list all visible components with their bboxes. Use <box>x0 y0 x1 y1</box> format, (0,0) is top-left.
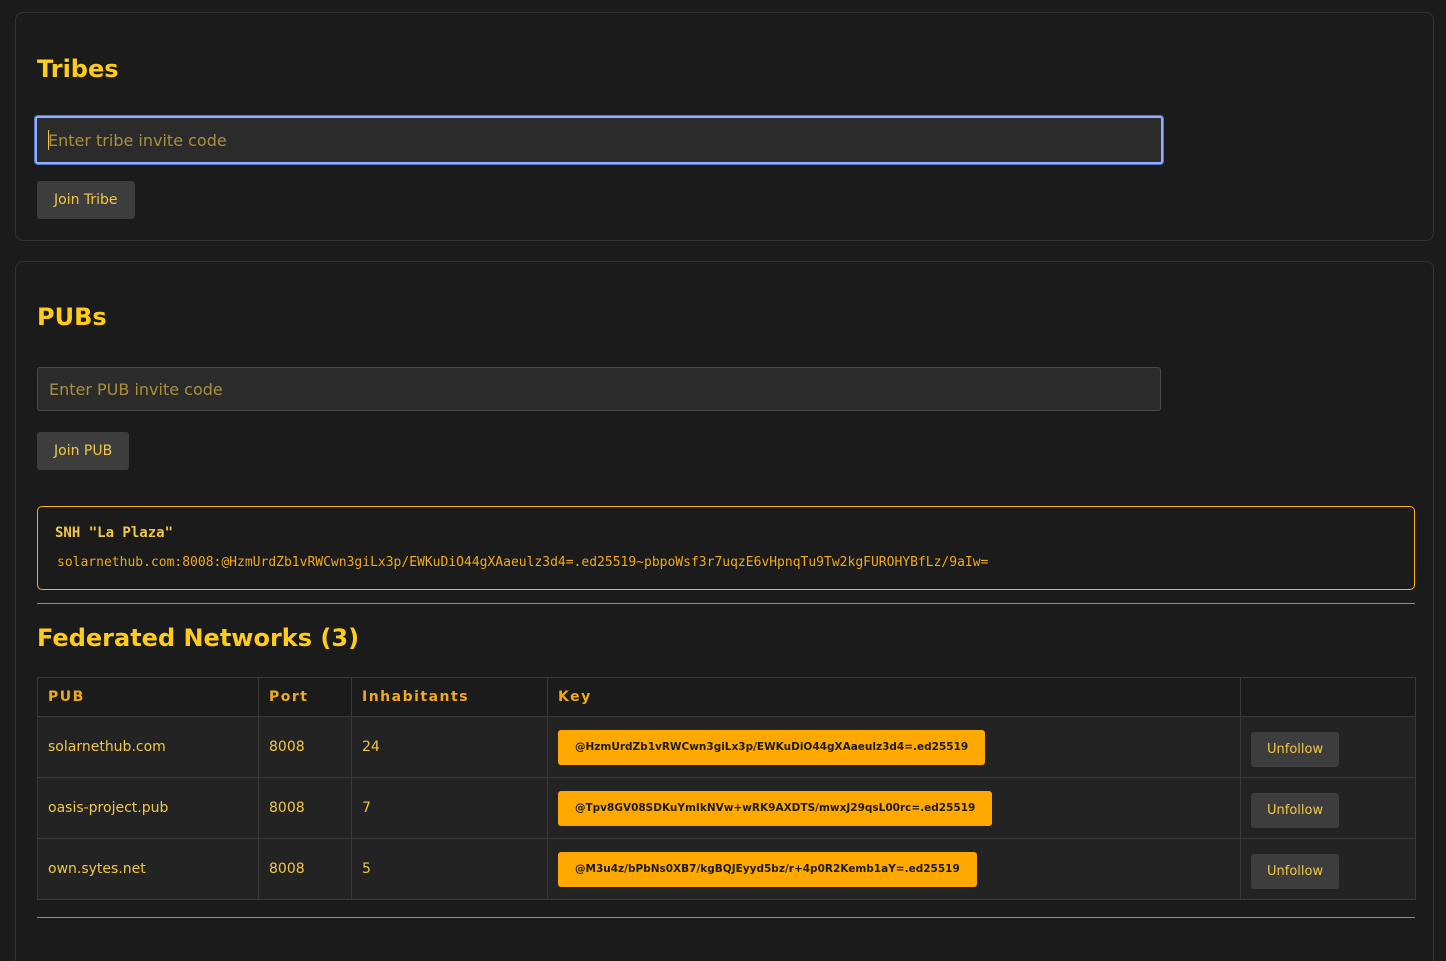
featured-pub-invite-code: solarnethub.com:8008:@HzmUrdZb1vRWCwn3gi… <box>57 555 989 570</box>
table-header-row: PUB Port Inhabitants Key <box>37 677 1416 717</box>
pub-host: oasis-project.pub <box>37 777 259 839</box>
unfollow-button[interactable]: Unfollow <box>1251 793 1340 828</box>
pubs-panel: PUBs Join PUB SNH "La Plaza" solarnethub… <box>15 261 1434 961</box>
section-divider <box>37 603 1415 604</box>
federated-networks-table: PUB Port Inhabitants Key solarnethub.com… <box>37 677 1416 900</box>
pub-port: 8008 <box>258 777 352 839</box>
pub-host: own.sytes.net <box>37 838 259 900</box>
column-header-pub: PUB <box>37 677 259 717</box>
federated-networks-title: Federated Networks (3) <box>37 624 360 652</box>
pub-key-chip[interactable]: @M3u4z/bPbNs0XB7/kgBQJEyyd5bz/r+4p0R2Kem… <box>558 851 977 887</box>
tribe-invite-input[interactable] <box>35 116 1163 164</box>
join-pub-button[interactable]: Join PUB <box>37 432 130 470</box>
pub-key-chip[interactable]: @Tpv8GV08SDKuYmIkNVw+wRK9AXDTS/mwxJ29qsL… <box>558 790 993 826</box>
column-header-inhabitants: Inhabitants <box>351 677 548 717</box>
text-caret <box>48 130 49 150</box>
pub-key-cell: @M3u4z/bPbNs0XB7/kgBQJEyyd5bz/r+4p0R2Kem… <box>547 838 1241 900</box>
pub-actions-cell: Unfollow <box>1240 838 1416 900</box>
pub-key-cell: @Tpv8GV08SDKuYmIkNVw+wRK9AXDTS/mwxJ29qsL… <box>547 777 1241 839</box>
tribes-title: Tribes <box>37 55 119 83</box>
table-row: solarnethub.com 8008 24 @HzmUrdZb1vRWCwn… <box>37 716 1416 778</box>
pub-key-chip[interactable]: @HzmUrdZb1vRWCwn3giLx3p/EWKuDiO44gXAaeul… <box>558 729 986 765</box>
pub-invite-input[interactable] <box>37 367 1161 411</box>
column-header-key: Key <box>547 677 1241 717</box>
unfollow-button[interactable]: Unfollow <box>1251 732 1340 767</box>
tribes-panel: Tribes Join Tribe <box>15 12 1434 241</box>
pub-key-cell: @HzmUrdZb1vRWCwn3giLx3p/EWKuDiO44gXAaeul… <box>547 716 1241 778</box>
pub-actions-cell: Unfollow <box>1240 777 1416 839</box>
join-tribe-button[interactable]: Join Tribe <box>37 181 135 219</box>
pubs-title: PUBs <box>37 303 107 331</box>
pub-port: 8008 <box>258 838 352 900</box>
pub-host: solarnethub.com <box>37 716 259 778</box>
unfollow-button[interactable]: Unfollow <box>1251 854 1340 889</box>
table-row: oasis-project.pub 8008 7 @Tpv8GV08SDKuYm… <box>37 777 1416 839</box>
pub-port: 8008 <box>258 716 352 778</box>
column-header-actions <box>1240 677 1416 717</box>
pub-inhabitants: 24 <box>351 716 548 778</box>
featured-pub-card: SNH "La Plaza" solarnethub.com:8008:@Hzm… <box>37 506 1415 590</box>
pub-inhabitants: 7 <box>351 777 548 839</box>
table-row: own.sytes.net 8008 5 @M3u4z/bPbNs0XB7/kg… <box>37 838 1416 900</box>
pub-actions-cell: Unfollow <box>1240 716 1416 778</box>
pub-inhabitants: 5 <box>351 838 548 900</box>
column-header-port: Port <box>258 677 352 717</box>
section-divider-bottom <box>37 917 1415 918</box>
featured-pub-name: SNH "La Plaza" <box>55 525 174 541</box>
